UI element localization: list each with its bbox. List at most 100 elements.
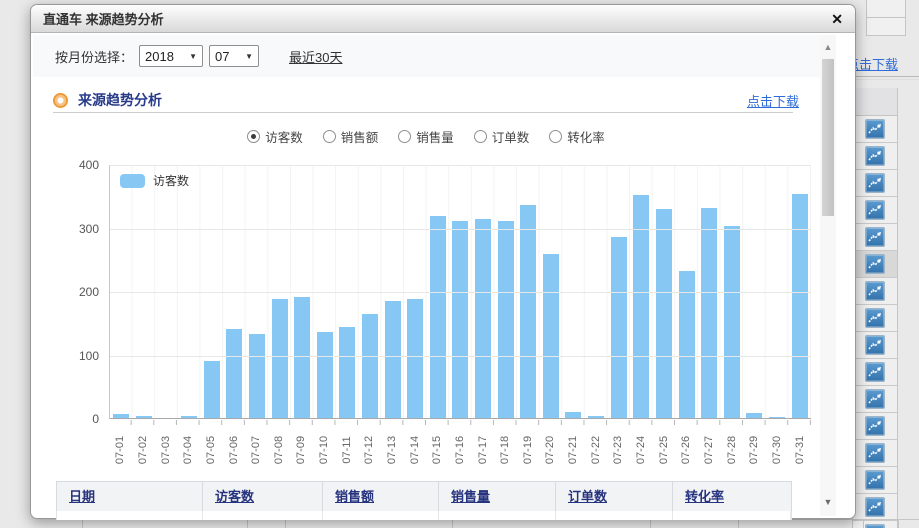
y-axis-label: 300 [61, 223, 99, 235]
bar-slot [200, 361, 223, 418]
radio-icon[interactable] [398, 130, 411, 143]
trend-chart-icon-button[interactable] [865, 416, 885, 436]
background-table-border [863, 520, 864, 528]
table-cell [866, 0, 906, 18]
x-axis-slot: 07-09 [290, 425, 313, 475]
table-row [853, 143, 897, 170]
bar-07-16 [452, 221, 468, 418]
recent-30-days-link[interactable]: 最近30天 [289, 47, 342, 66]
trend-chart-icon-button[interactable] [865, 119, 885, 139]
trend-chart-icon-button[interactable] [865, 470, 885, 490]
section-title: 来源趋势分析 [78, 90, 162, 110]
modal-scrollbar[interactable]: ▲ ▼ [820, 35, 836, 516]
x-axis-slot: 07-08 [267, 425, 290, 475]
metric-radio-5[interactable]: 转化率 [549, 127, 605, 146]
bar-slot [427, 216, 450, 418]
orange-dot-icon [53, 93, 68, 108]
background-table-border [898, 520, 899, 528]
trend-chart-icon-button[interactable] [865, 227, 885, 247]
trend-chart-icon-button[interactable] [865, 362, 885, 382]
y-axis-label: 400 [61, 159, 99, 171]
table-row [853, 278, 897, 305]
table-cell [556, 511, 673, 520]
table-header-cell: 转化率 [673, 482, 791, 511]
month-filter-bar: 按月份选择： 2018 ▼ 07 ▼ 最近30天 [33, 35, 820, 77]
gridline [110, 229, 811, 230]
table-header-cell: 订单数 [556, 482, 673, 511]
x-axis-label: 07-18 [499, 436, 511, 464]
radio-icon[interactable] [474, 130, 487, 143]
sort-link-3[interactable]: 销售额 [335, 489, 374, 504]
bar-07-14 [407, 299, 423, 418]
bar-07-30 [769, 417, 785, 418]
sort-link-5[interactable]: 订单数 [568, 489, 607, 504]
x-axis-label: 07-16 [454, 436, 466, 464]
x-axis-slot: 07-30 [766, 425, 789, 475]
scrollbar-thumb[interactable] [822, 59, 834, 216]
table-header-cell [853, 88, 897, 116]
year-select[interactable]: 2018 ▼ [139, 45, 203, 67]
trend-chart-icon-button[interactable] [865, 254, 885, 274]
table-cell [673, 511, 791, 520]
bar-07-08 [272, 299, 288, 418]
table-cell [439, 511, 556, 520]
trend-chart-icon-button[interactable] [865, 308, 885, 328]
sort-link-4[interactable]: 销售量 [451, 489, 490, 504]
metric-radio-1[interactable]: 访客数 [247, 127, 303, 146]
metric-radio-3[interactable]: 销售量 [398, 127, 454, 146]
bar-07-21 [565, 412, 581, 418]
x-axis-label: 07-13 [386, 436, 398, 464]
gridline [110, 356, 811, 357]
table-row [853, 332, 897, 359]
data-table-header-row: 日期 访客数 销售额 销售量 订单数 转化率 [56, 481, 792, 512]
x-axis-slot: 07-27 [698, 425, 721, 475]
download-link[interactable]: 点击下载 [747, 91, 799, 110]
sort-link-2[interactable]: 访客数 [215, 489, 254, 504]
bar-07-20 [543, 254, 559, 418]
metric-radio-4[interactable]: 订单数 [474, 127, 530, 146]
filter-label: 按月份选择： [55, 47, 133, 66]
y-axis-label: 100 [61, 350, 99, 362]
x-axis-slot: 07-01 [109, 425, 132, 475]
x-axis-slot: 07-26 [675, 425, 698, 475]
table-row [853, 386, 897, 413]
bar-slot [562, 412, 585, 418]
close-icon[interactable]: ✕ [831, 12, 843, 26]
sort-link-6[interactable]: 转化率 [685, 489, 724, 504]
trend-chart-icon-button[interactable] [865, 524, 885, 528]
month-select[interactable]: 07 ▼ [209, 45, 259, 67]
table-row [853, 251, 897, 278]
radio-icon[interactable] [323, 130, 336, 143]
bar-slot [653, 209, 676, 418]
table-cell [323, 511, 439, 520]
table-cell [866, 18, 906, 36]
trend-chart-icon-button[interactable] [865, 200, 885, 220]
trend-chart-icon-button[interactable] [865, 146, 885, 166]
table-cell [203, 511, 323, 520]
bar-07-13 [385, 301, 401, 418]
sort-link-1[interactable]: 日期 [69, 489, 95, 504]
metric-radio-2[interactable]: 销售额 [323, 127, 379, 146]
trend-chart-icon-button[interactable] [865, 173, 885, 193]
bar-slot [246, 334, 269, 418]
scroll-up-icon[interactable]: ▲ [820, 42, 836, 52]
bar-slot [472, 219, 495, 418]
bar-07-18 [498, 221, 514, 418]
trend-chart-icon-button[interactable] [865, 389, 885, 409]
radio-selected-icon[interactable] [247, 130, 260, 143]
background-table-border [82, 520, 83, 528]
trend-chart-icon-button[interactable] [865, 497, 885, 517]
x-axis-label: 07-25 [658, 436, 670, 464]
x-axis-slot: 07-03 [154, 425, 177, 475]
chevron-down-icon: ▼ [245, 52, 253, 61]
x-axis-label: 07-12 [363, 436, 375, 464]
trend-chart-icon-button[interactable] [865, 335, 885, 355]
data-table-first-row [56, 511, 792, 520]
trend-chart-icon-button[interactable] [865, 281, 885, 301]
bar-07-11 [339, 327, 355, 418]
radio-icon[interactable] [549, 130, 562, 143]
bar-07-01 [113, 414, 129, 418]
scroll-down-icon[interactable]: ▼ [820, 497, 836, 507]
plot-area: 访客数 [109, 165, 811, 419]
trend-chart-icon-button[interactable] [865, 443, 885, 463]
